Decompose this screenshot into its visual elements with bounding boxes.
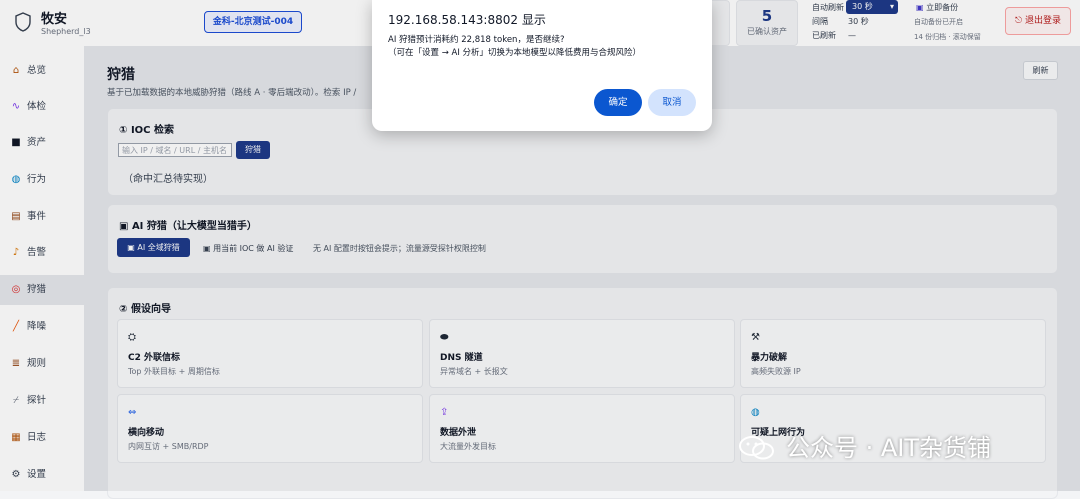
dialog-message-line1: AI 狩猎预计消耗约 22,818 token，是否继续? [388,35,565,45]
watermark-text: 公众号 · AIT杂货铺 [786,434,992,462]
confirm-dialog: 192.168.58.143:8802 显示 AI 狩猎预计消耗约 22,818… [372,0,712,131]
dialog-title: 192.168.58.143:8802 显示 [388,13,546,27]
watermark: 公众号 · AIT杂货铺 [738,432,1058,464]
cancel-button[interactable]: 取消 [648,89,696,116]
wechat-icon [739,436,774,460]
app-root: 牧安 Shepherd_l3 金科-北京测试-004 5 已确认资产 自动刷新 … [0,0,1080,499]
ok-button[interactable]: 确定 [594,89,642,116]
dialog-message-line2: （可在「设置 → AI 分析」切换为本地模型以降低费用与合规风险） [388,48,642,58]
dialog-message: AI 狩猎预计消耗约 22,818 token，是否继续? （可在「设置 → A… [388,34,641,60]
